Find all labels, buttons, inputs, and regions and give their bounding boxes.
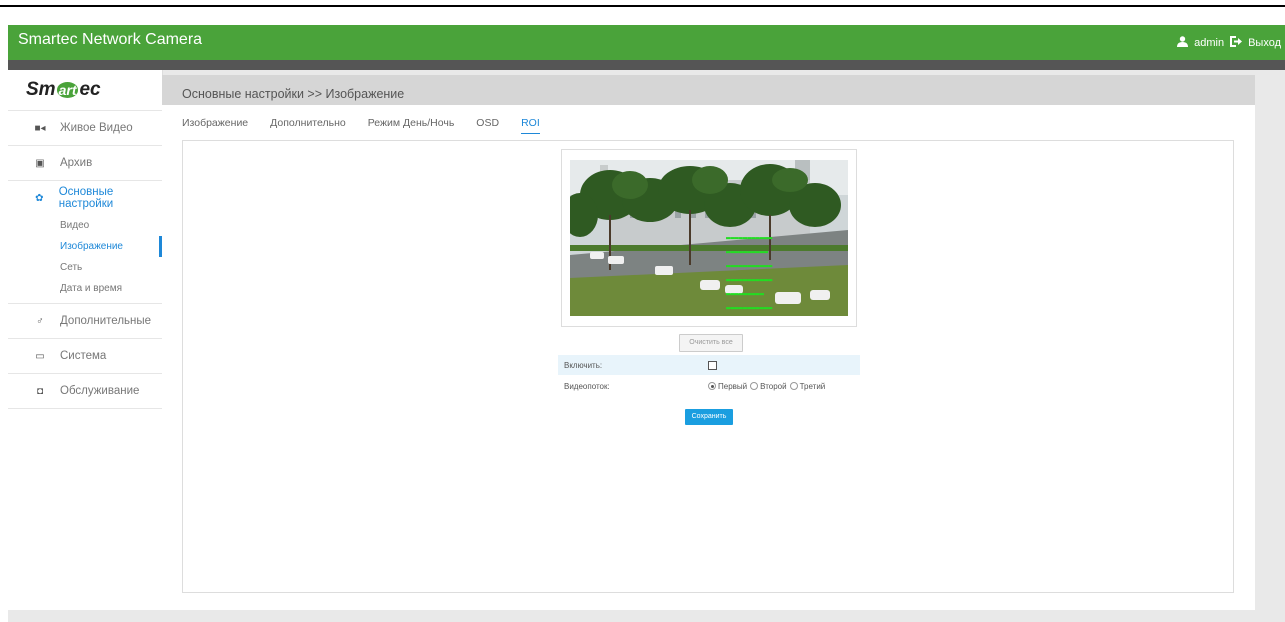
logout-icon[interactable] <box>1230 36 1243 50</box>
username-link[interactable]: admin <box>1194 37 1224 49</box>
svg-text:▬▬▬▬▬▬▬▬▬▬▬: ▬▬▬▬▬▬▬▬▬▬▬ <box>726 304 773 312</box>
sidebar-item-label: Основные настройки <box>58 186 114 210</box>
sidebar-item-label: Архив <box>60 157 93 169</box>
logo-text-2: art <box>56 82 79 98</box>
sidebar-item-label: Система <box>60 350 107 362</box>
sidebar-subitem-network[interactable]: Сеть <box>8 257 162 278</box>
stream-row: Видеопоток: Первый Второй Третий <box>558 376 860 396</box>
sidebar-subitem-image[interactable]: Изображение <box>8 236 163 257</box>
breadcrumb: Основные настройки >> Изображение <box>162 75 1255 105</box>
svg-text:▬▬▬▬▬▬▬▬▬▬▬: ▬▬▬▬▬▬▬▬▬▬▬ <box>726 276 773 284</box>
plug-icon: ♂ <box>36 315 44 327</box>
stream-radio-second[interactable]: Второй <box>750 381 787 391</box>
sidebar: Sm art ec ■◂ Живое Видео ▣ Архив ✿ Основны… <box>8 70 163 610</box>
sidebar-subitem-video[interactable]: Видео <box>8 215 162 236</box>
radio-dot <box>750 382 759 390</box>
monitor-icon: ▭ <box>35 350 45 362</box>
smartec-logo: Sm art ec <box>8 70 162 111</box>
toolbox-icon: ◘ <box>36 385 44 397</box>
app-header: Smartec Network Camera admin Выход <box>8 25 1285 60</box>
svg-text:▬▬▬▬▬▬▬▬▬▬: ▬▬▬▬▬▬▬▬▬▬ <box>726 248 769 256</box>
stream-option-label: Третий <box>799 381 826 391</box>
enable-row: Включить: <box>558 355 860 375</box>
logout-link[interactable]: Выход <box>1248 37 1281 49</box>
sidebar-item-live-video[interactable]: ■◂ Живое Видео <box>8 111 162 146</box>
archive-icon: ▣ <box>35 157 45 169</box>
roi-video-preview[interactable]: ▬▬▬▬▬▬▬▬▬▬▬ ▬▬▬▬▬▬▬▬▬▬ ▬▬▬▬▬▬▬▬▬▬▬ ▬▬▬▬▬… <box>561 149 857 327</box>
tab-image[interactable]: Изображение <box>182 117 248 134</box>
sidebar-item-advanced[interactable]: ♂ Дополнительные <box>8 304 162 339</box>
header-shadow-bar <box>8 60 1285 70</box>
sidebar-subitem-datetime[interactable]: Дата и время <box>8 278 162 299</box>
sidebar-item-maintenance[interactable]: ◘ Обслуживание <box>8 374 162 409</box>
logo-text-1: Sm <box>26 79 56 100</box>
tab-roi[interactable]: ROI <box>521 117 540 134</box>
stream-option-label: Первый <box>718 381 748 391</box>
roi-panel: ▬▬▬▬▬▬▬▬▬▬▬ ▬▬▬▬▬▬▬▬▬▬ ▬▬▬▬▬▬▬▬▬▬▬ ▬▬▬▬▬… <box>182 140 1234 593</box>
sidebar-item-label: Дополнительные <box>60 315 152 327</box>
sidebar-item-system[interactable]: ▭ Система <box>8 339 162 374</box>
settings-tabs: Изображение Дополнительно Режим День/Ноч… <box>182 117 540 134</box>
sidebar-item-label: Обслуживание <box>60 385 140 397</box>
app-title: Smartec Network Camera <box>18 31 203 48</box>
tab-osd[interactable]: OSD <box>476 117 499 134</box>
stream-radio-third[interactable]: Третий <box>789 381 826 391</box>
radio-dot <box>789 382 798 390</box>
sidebar-item-archive[interactable]: ▣ Архив <box>8 146 162 181</box>
main-content: Изображение Дополнительно Режим День/Ноч… <box>162 105 1255 610</box>
enable-label: Включить: <box>564 360 603 370</box>
sidebar-item-label: Живое Видео <box>60 122 133 134</box>
clear-all-button[interactable]: Очистить все <box>679 334 743 352</box>
video-icon: ■◂ <box>34 122 46 134</box>
logo-text-3: ec <box>79 79 101 100</box>
stream-option-label: Второй <box>760 381 787 391</box>
svg-text:▬▬▬▬▬▬▬▬▬▬▬: ▬▬▬▬▬▬▬▬▬▬▬ <box>726 234 773 242</box>
tab-day-night[interactable]: Режим День/Ночь <box>368 117 455 134</box>
tab-additional[interactable]: Дополнительно <box>270 117 346 134</box>
stream-radio-first[interactable]: Первый <box>708 382 747 391</box>
enable-checkbox[interactable] <box>708 360 717 370</box>
svg-text:▬▬▬▬▬▬▬▬▬▬▬: ▬▬▬▬▬▬▬▬▬▬▬ <box>726 262 773 270</box>
radio-dot <box>708 382 716 390</box>
header-user-area: admin Выход <box>1177 36 1281 50</box>
gear-icon: ✿ <box>35 192 44 204</box>
sidebar-item-basic-settings[interactable]: ✿ Основные настройки <box>8 181 162 215</box>
stream-label: Видеопоток: <box>564 381 610 391</box>
save-button[interactable]: Сохранить <box>685 409 733 425</box>
top-border <box>0 5 1285 7</box>
user-icon <box>1177 36 1189 50</box>
sidebar-submenu: Видео Изображение Сеть Дата и время <box>8 215 163 304</box>
camera-snapshot[interactable]: ▬▬▬▬▬▬▬▬▬▬▬ ▬▬▬▬▬▬▬▬▬▬ ▬▬▬▬▬▬▬▬▬▬▬ ▬▬▬▬▬… <box>570 160 848 316</box>
svg-text:▬▬▬▬▬▬▬▬▬: ▬▬▬▬▬▬▬▬▬ <box>726 290 765 298</box>
